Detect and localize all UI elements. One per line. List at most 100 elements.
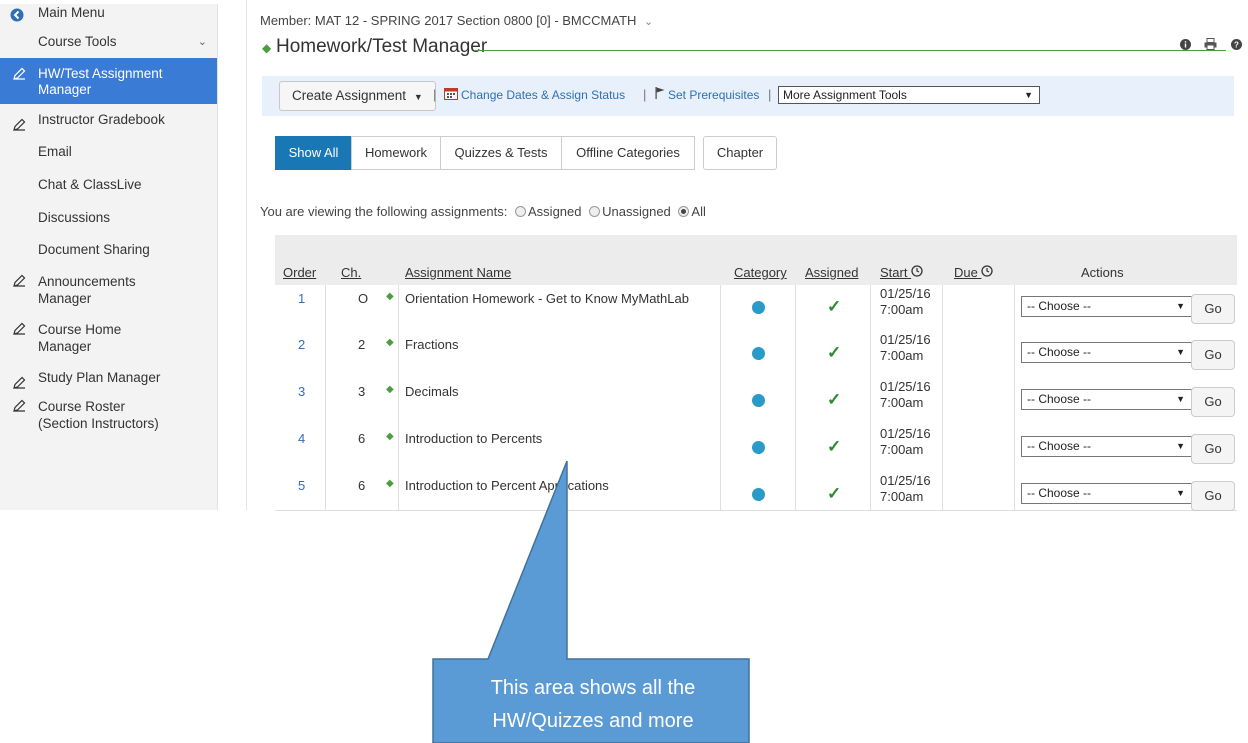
row-assignment-name[interactable]: Decimals	[405, 384, 458, 400]
row-order[interactable]: 2	[298, 337, 305, 353]
sidebar-item-email[interactable]: Email	[0, 136, 217, 168]
diamond-icon: ◆	[386, 478, 394, 489]
column-separator	[325, 285, 326, 332]
sidebar-item-label: Course Roster	[38, 399, 126, 414]
sidebar-item-chat[interactable]: Chat & ClassLive	[0, 168, 217, 201]
caret-down-icon: ▼	[1176, 347, 1185, 357]
col-due[interactable]: Due	[954, 265, 994, 280]
row-chapter: O	[358, 291, 369, 306]
sidebar-item-label: HW/Test Assignment	[38, 66, 163, 81]
action-select[interactable]: -- Choose -- ▼	[1021, 342, 1192, 363]
sidebar-item-label: Manager	[38, 339, 92, 354]
title-tools: ?	[1170, 38, 1242, 53]
set-prerequisites-link[interactable]: Set Prerequisites	[668, 88, 759, 102]
table-row: 2 2 ◆ Fractions ✓ 01/25/16 7:00am -- Cho…	[275, 331, 1237, 379]
column-separator	[1014, 425, 1015, 472]
column-separator	[720, 472, 721, 510]
action-select[interactable]: -- Choose -- ▼	[1021, 483, 1192, 504]
start-date: 01/25/16	[880, 332, 931, 347]
column-separator	[398, 378, 399, 425]
create-assignment-button[interactable]: Create Assignment ▼	[279, 81, 436, 111]
chevron-down-icon: ⌄	[197, 36, 207, 48]
column-separator	[942, 331, 943, 378]
start-date: 01/25/16	[880, 286, 931, 301]
row-start: 01/25/16 7:00am	[880, 332, 931, 364]
info-icon[interactable]	[1179, 38, 1195, 53]
row-order[interactable]: 1	[298, 291, 305, 307]
sidebar-item-discussions[interactable]: Discussions	[0, 201, 217, 234]
pencil-icon	[12, 370, 28, 389]
row-assignment-name[interactable]: Introduction to Percents	[405, 431, 542, 447]
separator: |	[768, 87, 772, 102]
sidebar-item-hw-test-manager[interactable]: HW/Test Assignment Manager	[0, 58, 217, 104]
more-tools-label: More Assignment Tools	[783, 88, 907, 102]
sidebar-item-course-tools[interactable]: Course Tools ⌄	[0, 26, 217, 58]
column-separator	[720, 425, 721, 472]
row-chapter: 3	[358, 384, 366, 399]
radio-label: Assigned	[528, 204, 582, 219]
radio-assigned[interactable]	[515, 206, 527, 217]
category-dot-icon	[752, 488, 765, 501]
svg-text:?: ?	[1234, 41, 1239, 50]
go-button[interactable]: Go	[1191, 340, 1235, 370]
change-dates-link[interactable]: Change Dates & Assign Status	[461, 88, 625, 102]
radio-unassigned[interactable]	[589, 206, 601, 217]
go-button[interactable]: Go	[1191, 481, 1235, 511]
member-course-selector[interactable]: Member: MAT 12 - SPRING 2017 Section 080…	[260, 13, 653, 28]
sidebar-item-label: Course Tools	[38, 34, 117, 49]
go-button[interactable]: Go	[1191, 294, 1235, 324]
col-assigned[interactable]: Assigned	[805, 265, 858, 280]
col-category[interactable]: Category	[734, 265, 787, 280]
sidebar-item-course-home[interactable]: Course Home Manager	[0, 314, 217, 362]
check-icon: ✓	[827, 484, 842, 503]
table-header: Order Ch. Assignment Name Category Assig…	[275, 235, 1237, 285]
sidebar-item-label: Manager	[38, 82, 92, 97]
radio-all[interactable]	[678, 206, 690, 217]
sidebar-item-document-sharing[interactable]: Document Sharing	[0, 234, 217, 266]
sidebar-item-gradebook[interactable]: Instructor Gradebook	[0, 104, 217, 136]
more-assignment-tools-select[interactable]: More Assignment Tools ▼	[778, 86, 1040, 104]
table-row: 5 6 ◆ Introduction to Percent Applicatio…	[275, 472, 1237, 511]
row-assignment-name[interactable]: Fractions	[405, 337, 458, 353]
tab-quizzes-tests[interactable]: Quizzes & Tests	[440, 136, 562, 170]
col-order[interactable]: Order	[283, 265, 316, 280]
sidebar-item-label: Course Home	[38, 322, 122, 337]
tab-show-all[interactable]: Show All	[275, 136, 352, 170]
go-button[interactable]: Go	[1191, 387, 1235, 417]
caret-down-icon: ▼	[413, 92, 423, 102]
sidebar-item-main-menu[interactable]: Main Menu	[0, 0, 217, 26]
go-button[interactable]: Go	[1191, 434, 1235, 464]
calendar-icon	[444, 87, 458, 103]
action-select[interactable]: -- Choose -- ▼	[1021, 296, 1192, 317]
diamond-icon: ◆	[386, 291, 394, 302]
help-icon[interactable]: ?	[1231, 38, 1242, 53]
sidebar-item-course-roster[interactable]: Course Roster (Section Instructors)	[0, 394, 217, 438]
print-icon[interactable]	[1204, 38, 1221, 53]
start-time: 7:00am	[880, 395, 924, 410]
sidebar-item-label: Document Sharing	[38, 242, 150, 257]
action-select[interactable]: -- Choose -- ▼	[1021, 389, 1192, 410]
col-start[interactable]: Start	[880, 265, 923, 280]
col-start-label: Start	[880, 265, 908, 280]
row-order[interactable]: 4	[298, 431, 305, 447]
row-assignment-name[interactable]: Orientation Homework - Get to Know MyMat…	[405, 291, 689, 307]
diamond-icon: ◆	[386, 337, 394, 348]
row-order[interactable]: 5	[298, 478, 305, 494]
action-select[interactable]: -- Choose -- ▼	[1021, 436, 1192, 457]
column-separator	[1014, 378, 1015, 425]
start-time: 7:00am	[880, 442, 924, 457]
tab-homework[interactable]: Homework	[351, 136, 441, 170]
sidebar-item-study-plan[interactable]: Study Plan Manager	[0, 362, 217, 394]
create-assignment-label: Create Assignment	[292, 88, 407, 103]
sidebar-item-announcements[interactable]: Announcements Manager	[0, 266, 217, 314]
start-time: 7:00am	[880, 489, 924, 504]
radio-label: All	[691, 204, 706, 219]
col-assignment-name[interactable]: Assignment Name	[405, 265, 511, 280]
col-chapter[interactable]: Ch.	[341, 265, 361, 280]
table-row: 4 6 ◆ Introduction to Percents ✓ 01/25/1…	[275, 425, 1237, 473]
row-assignment-name[interactable]: Introduction to Percent Applications	[405, 478, 609, 494]
category-dot-icon	[752, 441, 765, 454]
tab-chapter[interactable]: Chapter	[703, 136, 777, 170]
tab-offline-categories[interactable]: Offline Categories	[561, 136, 695, 170]
row-order[interactable]: 3	[298, 384, 305, 400]
